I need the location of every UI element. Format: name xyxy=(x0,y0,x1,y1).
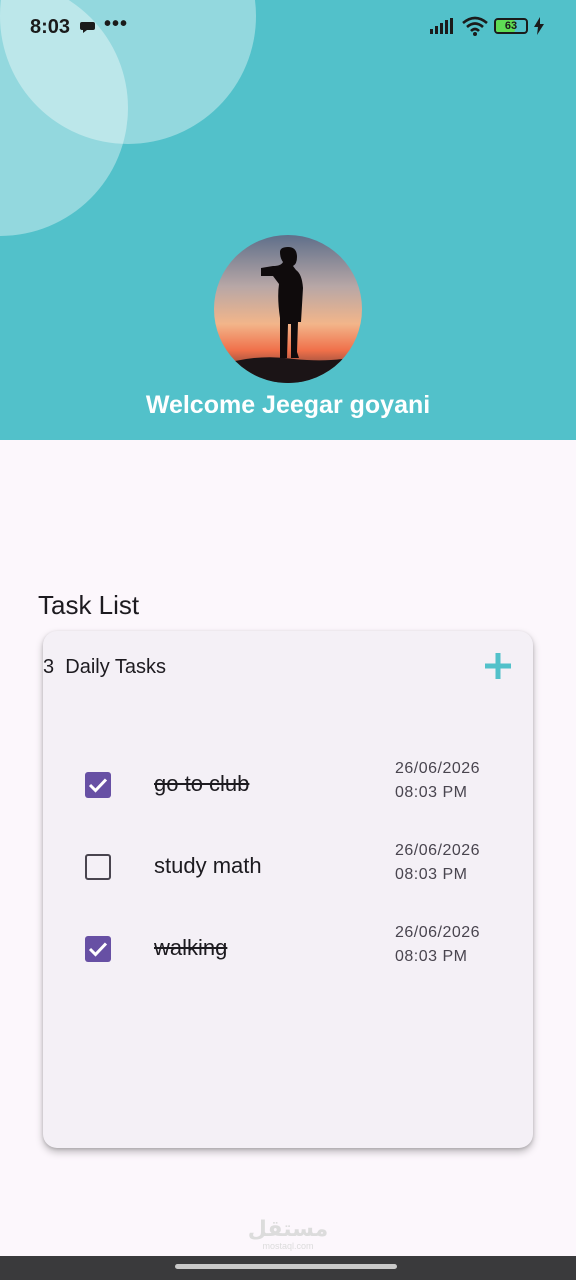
task-name: study math xyxy=(154,853,262,878)
watermark-site: mostaql.com xyxy=(262,1241,314,1251)
task-checkbox-unchecked[interactable] xyxy=(85,854,111,880)
task-date: 26/06/2026 xyxy=(395,924,481,941)
home-indicator[interactable] xyxy=(175,1264,397,1269)
task-time: 08:03 PM xyxy=(395,948,468,965)
profile-header: Welcome Jeegar goyani xyxy=(0,0,576,440)
signal-icon xyxy=(430,18,456,39)
task-row[interactable]: go to club 26/06/2026 08:03 PM xyxy=(43,758,533,818)
task-name: go to club xyxy=(154,771,250,796)
task-checkbox-checked[interactable] xyxy=(85,936,111,962)
chat-bubble-icon xyxy=(80,19,96,40)
task-date: 26/06/2026 xyxy=(395,760,481,777)
task-count: 3 xyxy=(43,656,55,678)
task-name: walking xyxy=(154,935,228,960)
plus-icon xyxy=(485,653,511,679)
more-notifications-icon: ••• xyxy=(104,13,129,35)
task-time: 08:03 PM xyxy=(395,866,468,883)
checkmark-icon xyxy=(88,942,108,957)
daily-tasks-label: Daily Tasks xyxy=(65,656,167,678)
welcome-text: Welcome Jeegar goyani xyxy=(145,391,431,419)
watermark-logo: مستقل xyxy=(247,1216,329,1241)
status-bar: 8:03 ••• 63 xyxy=(0,0,576,52)
navigation-bar xyxy=(0,1256,576,1280)
status-time: 8:03 xyxy=(30,16,71,38)
task-row[interactable]: study math 26/06/2026 08:03 PM xyxy=(43,840,533,900)
task-list-heading: Task List xyxy=(38,590,140,620)
task-row[interactable]: walking 26/06/2026 08:03 PM xyxy=(43,922,533,982)
charging-bolt-icon xyxy=(534,17,544,40)
daily-tasks-card: 3 Daily Tasks go to club 26/06/2026 08:03 … xyxy=(43,631,533,1148)
checkmark-icon xyxy=(88,778,108,793)
task-checkbox-checked[interactable] xyxy=(85,772,111,798)
battery-level: 63 xyxy=(504,20,518,32)
task-date: 26/06/2026 xyxy=(395,842,481,859)
wifi-icon xyxy=(462,16,488,41)
daily-tasks-header: 3 Daily Tasks xyxy=(43,656,166,679)
task-time: 08:03 PM xyxy=(395,784,468,801)
add-task-button[interactable] xyxy=(483,651,513,681)
battery-indicator: 63 xyxy=(494,18,530,34)
avatar xyxy=(214,235,362,383)
